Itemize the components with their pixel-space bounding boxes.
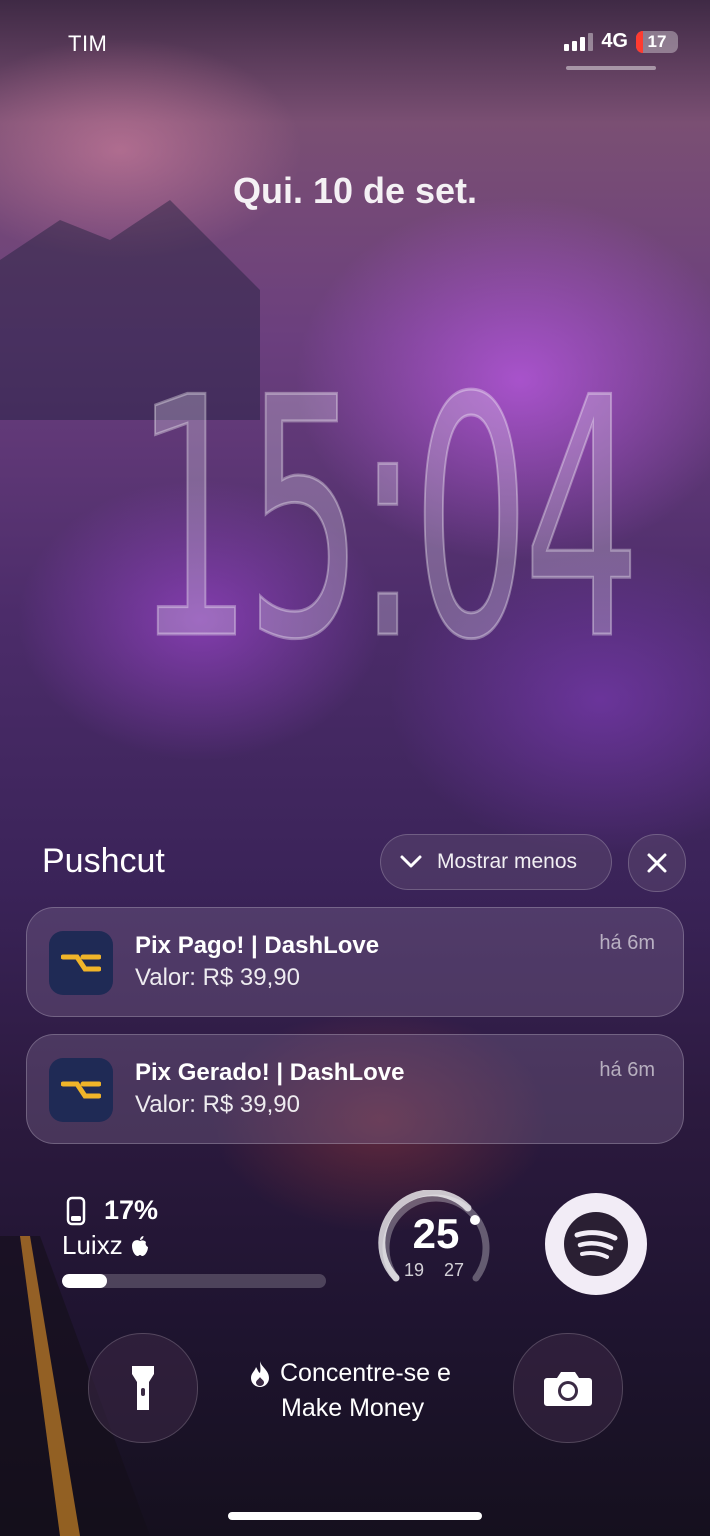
network-type: 4G	[601, 30, 628, 52]
battery-icon: 17	[636, 30, 678, 53]
notification-body: Valor: R$ 39,90	[135, 1091, 300, 1118]
battery-widget-device[interactable]: Luixz	[62, 1230, 149, 1261]
notification-title: Pix Pago! | DashLove	[135, 932, 380, 959]
weather-low: 19	[404, 1260, 425, 1280]
battery-widget-percent[interactable]: 17%	[104, 1195, 158, 1226]
spotify-icon	[564, 1212, 628, 1276]
close-icon	[647, 853, 667, 873]
focus-mode-label[interactable]: Concentre-se e Make Money	[248, 1356, 488, 1426]
focus-line-1: Concentre-se e	[280, 1359, 451, 1387]
flashlight-button[interactable]	[88, 1333, 198, 1443]
carrier-name: TIM	[68, 31, 108, 56]
home-indicator[interactable]	[228, 1512, 482, 1520]
spotify-widget[interactable]	[545, 1193, 647, 1295]
show-less-label: Mostrar menos	[437, 850, 578, 873]
lock-clock: 15:04	[134, 327, 641, 714]
pushcut-app-icon	[49, 1058, 113, 1122]
status-icons: 4G 17	[564, 30, 678, 53]
camera-button[interactable]	[513, 1333, 623, 1443]
notification-card[interactable]: Pix Gerado! | DashLove Valor: R$ 39,90 h…	[26, 1034, 684, 1144]
weather-temp: 25	[412, 1210, 460, 1257]
notification-time: há 6m	[599, 932, 655, 954]
show-less-button[interactable]: Mostrar menos	[380, 834, 612, 890]
device-name-label: Luixz	[62, 1230, 123, 1260]
weather-widget[interactable]: 25 19 27	[378, 1190, 494, 1294]
apple-icon	[131, 1235, 148, 1256]
chevron-down-icon	[400, 855, 422, 868]
flashlight-icon	[132, 1366, 154, 1410]
signal-bars-icon	[564, 32, 594, 51]
notification-time: há 6m	[599, 1059, 655, 1081]
camera-icon	[544, 1372, 592, 1406]
pushcut-app-icon	[49, 931, 113, 995]
flame-icon	[251, 1360, 269, 1387]
clear-notifications-button[interactable]	[628, 834, 686, 892]
focus-line-2: Make Money	[281, 1394, 425, 1422]
battery-level-bar	[62, 1274, 326, 1288]
notification-group-title: Pushcut	[42, 842, 165, 880]
control-center-grabber[interactable]	[566, 66, 656, 70]
notification-title: Pix Gerado! | DashLove	[135, 1059, 405, 1086]
notification-card[interactable]: Pix Pago! | DashLove Valor: R$ 39,90 há …	[26, 907, 684, 1017]
battery-level: 17	[647, 31, 667, 51]
phone-battery-icon	[66, 1196, 86, 1226]
notification-body: Valor: R$ 39,90	[135, 964, 300, 991]
weather-high: 27	[444, 1260, 465, 1280]
